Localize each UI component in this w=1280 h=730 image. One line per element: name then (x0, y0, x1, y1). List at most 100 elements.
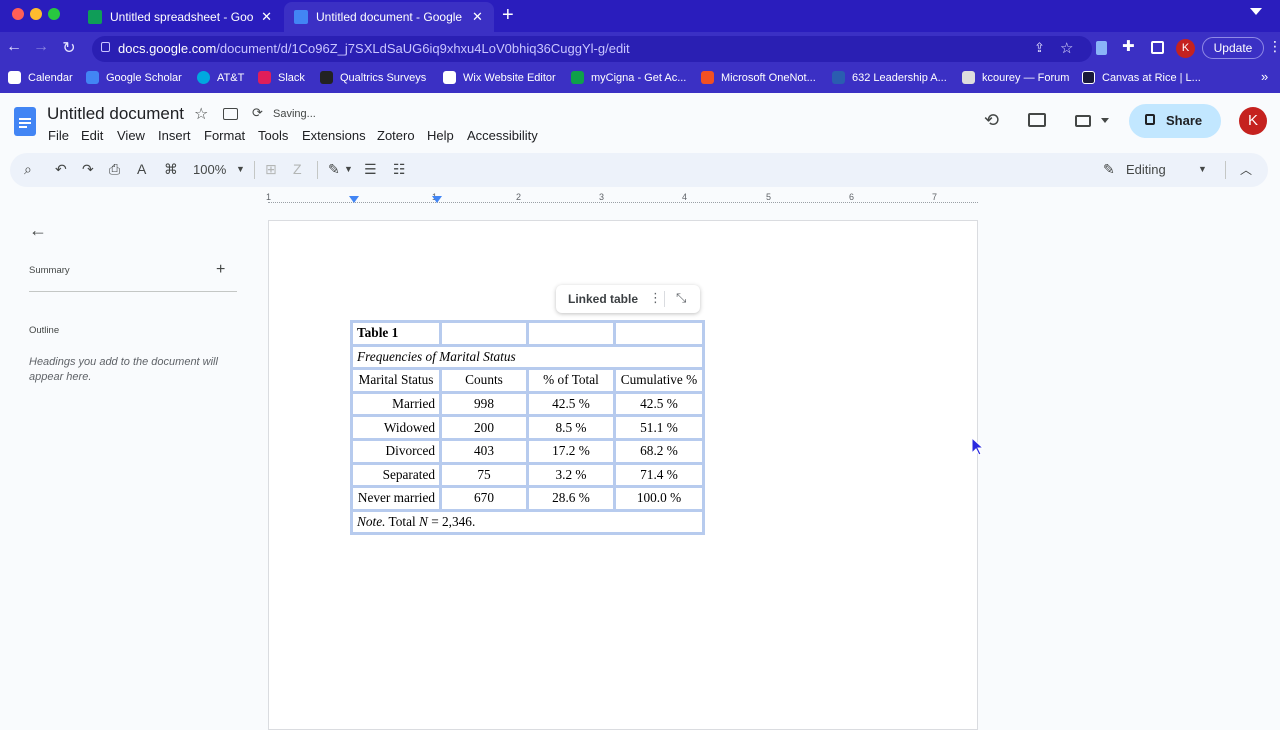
table-title[interactable]: Table 1 (350, 320, 442, 347)
column-header[interactable]: Cumulative % (613, 367, 705, 394)
profile-avatar[interactable]: K (1176, 39, 1195, 58)
account-avatar[interactable]: K (1239, 107, 1267, 135)
table-cell[interactable]: 71.4 % (613, 461, 705, 489)
table-cell[interactable]: Separated (350, 461, 442, 489)
search-menus-icon[interactable]: ⌕ (24, 161, 32, 178)
meet-icon[interactable] (1075, 115, 1091, 127)
bookmark-item[interactable]: kcourey — Forum (962, 71, 1069, 84)
back-icon[interactable]: ← (4, 38, 24, 56)
insert-comment-icon[interactable]: ⊞ (265, 161, 277, 178)
share-button[interactable]: Share (1129, 104, 1221, 138)
cell-indent-marker[interactable] (432, 196, 442, 203)
share-page-icon[interactable]: ⇪ (1034, 40, 1045, 56)
menu-extensions[interactable]: Extensions (302, 128, 366, 143)
menu-view[interactable]: View (117, 128, 145, 143)
bookmarks-more-button[interactable]: » (1261, 69, 1268, 84)
version-history-icon[interactable]: ⟲ (984, 110, 999, 131)
highlight-pen-icon[interactable]: ✎ (328, 161, 340, 178)
more-options-icon[interactable]: ⋮ (649, 290, 662, 306)
paint-format-icon[interactable]: ⌘ (164, 161, 178, 178)
bookmark-item[interactable]: Google Scholar (86, 71, 182, 84)
tab-spreadsheet[interactable]: Untitled spreadsheet - Google ✕ (78, 2, 282, 32)
chevron-down-icon[interactable]: ▼ (1198, 164, 1207, 174)
print-icon[interactable]: ⎙ (109, 161, 120, 178)
zoom-select[interactable]: 100% (193, 162, 226, 177)
sidebar-icon[interactable] (1151, 41, 1164, 54)
bookmark-item[interactable]: 632 Leadership A... (832, 71, 947, 84)
menu-file[interactable]: File (48, 128, 69, 143)
bookmark-item[interactable]: Calendar (8, 71, 73, 84)
chevron-down-icon[interactable]: ▼ (344, 164, 353, 174)
bookmark-item[interactable]: myCigna - Get Ac... (571, 71, 686, 84)
url-field[interactable]: docs.google.com/document/d/1Co96Z_j7SXLd… (92, 36, 1092, 62)
bookmark-item[interactable]: Qualtrics Surveys (320, 71, 426, 84)
tab-document[interactable]: Untitled document - Google D ✕ (284, 2, 494, 32)
table-cell[interactable] (439, 320, 529, 347)
menu-tools[interactable]: Tools (258, 128, 288, 143)
maximize-window-button[interactable] (48, 8, 60, 20)
docs-extension-icon[interactable] (1096, 41, 1107, 55)
menu-accessibility[interactable]: Accessibility (467, 128, 538, 143)
column-header[interactable]: Counts (439, 367, 529, 394)
border-dash-icon[interactable]: ☷ (393, 161, 406, 178)
close-icon[interactable]: ✕ (472, 9, 483, 25)
table-note[interactable]: Note. Total N = 2,346. (350, 508, 705, 536)
close-window-button[interactable] (12, 8, 24, 20)
linked-table-chip[interactable]: Linked table ⋮ ⤡ (556, 285, 700, 313)
comments-icon[interactable] (1028, 113, 1046, 127)
bookmark-item[interactable]: Wix Website Editor (443, 71, 556, 84)
menu-insert[interactable]: Insert (158, 128, 191, 143)
zotero-icon[interactable]: Z (293, 161, 302, 177)
table-cell[interactable]: 75 (439, 461, 529, 489)
table-cell[interactable]: Widowed (350, 414, 442, 441)
bookmark-star-icon[interactable]: ☆ (1060, 39, 1073, 57)
table-subtitle[interactable]: Frequencies of Marital Status (350, 343, 705, 371)
table-cell[interactable]: 28.6 % (526, 485, 616, 512)
new-tab-button[interactable]: + (502, 4, 514, 27)
chevron-up-icon[interactable]: ︿ (1240, 161, 1252, 178)
update-button[interactable]: Update (1202, 37, 1264, 59)
table-cell[interactable] (613, 320, 705, 347)
table-cell[interactable]: 42.5 % (613, 390, 705, 418)
table-cell[interactable]: Married (350, 390, 442, 418)
table-cell[interactable] (526, 320, 616, 347)
column-header[interactable]: % of Total (526, 367, 616, 394)
star-icon[interactable]: ☆ (194, 104, 208, 124)
menu-help[interactable]: Help (427, 128, 454, 143)
tab-search-icon[interactable] (1250, 8, 1262, 15)
horizontal-ruler[interactable]: 1 1 2 3 4 5 6 7 (266, 192, 978, 208)
browser-menu-icon[interactable]: ⋮ (1268, 38, 1280, 55)
table-cell[interactable]: 51.1 % (613, 414, 705, 441)
table-cell[interactable]: 100.0 % (613, 485, 705, 512)
unlink-icon[interactable]: ⤡ (676, 290, 686, 306)
table-cell[interactable]: 403 (439, 437, 529, 465)
forward-icon[interactable]: → (31, 38, 51, 56)
marital-status-table[interactable]: Table 1 Frequencies of Marital Status Ma… (350, 320, 705, 536)
table-cell[interactable]: 42.5 % (526, 390, 616, 418)
editing-mode-select[interactable]: Editing (1126, 162, 1166, 177)
undo-icon[interactable]: ↶ (55, 161, 67, 178)
table-cell[interactable]: 670 (439, 485, 529, 512)
table-cell[interactable]: 3.2 % (526, 461, 616, 489)
redo-icon[interactable]: ↷ (82, 161, 94, 178)
bookmark-item[interactable]: Slack (258, 71, 305, 84)
bookmark-item[interactable]: Canvas at Rice | L... (1082, 71, 1201, 84)
document-title[interactable]: Untitled document (47, 104, 184, 124)
menu-format[interactable]: Format (204, 128, 245, 143)
chevron-down-icon[interactable] (1101, 118, 1109, 123)
reload-icon[interactable]: ↻ (59, 38, 79, 58)
table-cell[interactable]: 68.2 % (613, 437, 705, 465)
extensions-icon[interactable]: ✚ (1122, 37, 1135, 55)
menu-edit[interactable]: Edit (81, 128, 103, 143)
minimize-window-button[interactable] (30, 8, 42, 20)
chevron-down-icon[interactable]: ▼ (236, 164, 245, 174)
close-icon[interactable]: ✕ (261, 9, 272, 25)
add-summary-icon[interactable]: + (216, 261, 225, 279)
spellcheck-icon[interactable]: A (137, 161, 146, 177)
column-header[interactable]: Marital Status (350, 367, 442, 394)
back-arrow-icon[interactable]: ← (29, 220, 47, 241)
table-cell[interactable]: 200 (439, 414, 529, 441)
left-indent-marker[interactable] (349, 196, 359, 203)
docs-logo-icon[interactable] (14, 107, 36, 136)
border-width-icon[interactable]: ☰ (364, 161, 377, 178)
